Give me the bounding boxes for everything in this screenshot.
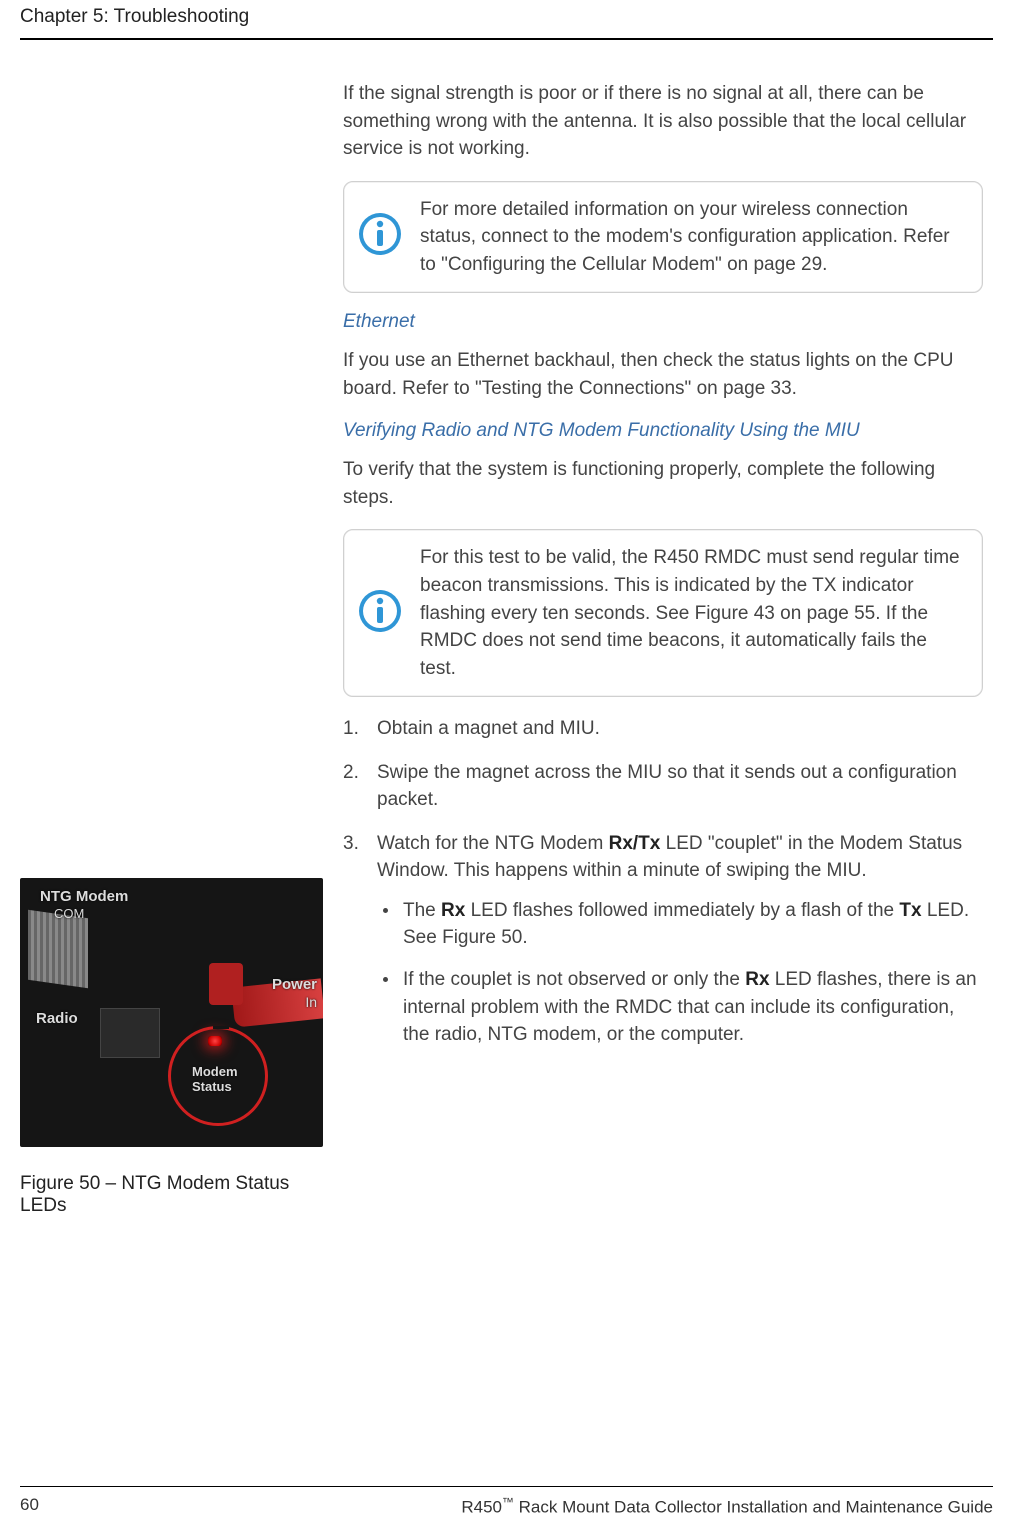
step-3-rxtx: Rx/Tx (609, 833, 661, 854)
info-note-2-text: For this test to be valid, the R450 RMDC… (420, 544, 968, 682)
step-3-b1-pre: The (403, 900, 441, 921)
verify-heading: Verifying Radio and NTG Modem Functional… (343, 420, 983, 442)
label-modem: Modem (192, 1064, 238, 1079)
figure-50-caption: Figure 50 – NTG Modem Status LEDs (20, 1173, 323, 1217)
doc-title: R450™ Rack Mount Data Collector Installa… (461, 1495, 993, 1518)
step-3-b2-rx: Rx (745, 969, 769, 990)
info-note-1: For more detailed information on your wi… (343, 181, 983, 294)
page-number: 60 (20, 1495, 39, 1518)
step-3-bullet-1: The Rx LED flashes followed immediately … (377, 897, 983, 952)
intro-paragraph: If the signal strength is poor or if the… (343, 80, 983, 163)
step-1: Obtain a magnet and MIU. (343, 715, 983, 743)
step-3-b2-pre: If the couplet is not observed or only t… (403, 969, 745, 990)
info-icon (356, 587, 404, 640)
step-3-bullet-2: If the couplet is not observed or only t… (377, 966, 983, 1049)
info-note-1-text: For more detailed information on your wi… (420, 196, 968, 279)
label-ntg-modem: NTG Modem (40, 888, 128, 905)
info-icon (356, 210, 404, 263)
ethernet-heading: Ethernet (343, 311, 983, 333)
figure-50: NTG Modem COM Power In Radio Modem Statu… (20, 878, 323, 1217)
verify-paragraph: To verify that the system is functioning… (343, 456, 983, 511)
step-2: Swipe the magnet across the MIU so that … (343, 759, 983, 814)
label-radio: Radio (36, 1010, 78, 1027)
chapter-title: Chapter 5: Troubleshooting (20, 6, 993, 28)
step-3-b1-tx: Tx (899, 900, 921, 921)
ribbon-cable (28, 910, 88, 988)
step-3: Watch for the NTG Modem Rx/Tx LED "coupl… (343, 830, 983, 1049)
power-jack (209, 963, 243, 1005)
ethernet-paragraph: If you use an Ethernet backhaul, then ch… (343, 347, 983, 402)
figure-caption-pre: Figure 50 – (20, 1173, 121, 1194)
page-footer: 60 R450™ Rack Mount Data Collector Insta… (20, 1486, 993, 1518)
label-com: COM (54, 906, 84, 921)
radio-jack (100, 1008, 160, 1058)
label-status: Status (192, 1079, 232, 1094)
info-note-2: For this test to be valid, the R450 RMDC… (343, 529, 983, 697)
trademark-symbol: ™ (502, 1495, 514, 1509)
label-in: In (305, 994, 317, 1010)
figure-50-image: NTG Modem COM Power In Radio Modem Statu… (20, 878, 323, 1147)
step-3-b1-mid: LED flashes followed immediately by a fl… (465, 900, 899, 921)
step-3-b1-rx: Rx (441, 900, 465, 921)
step-3-pre: Watch for the NTG Modem (377, 833, 609, 854)
label-power: Power (272, 976, 317, 993)
doc-title-pre: R450 (461, 1498, 502, 1517)
doc-title-post: Rack Mount Data Collector Installation a… (514, 1498, 993, 1517)
